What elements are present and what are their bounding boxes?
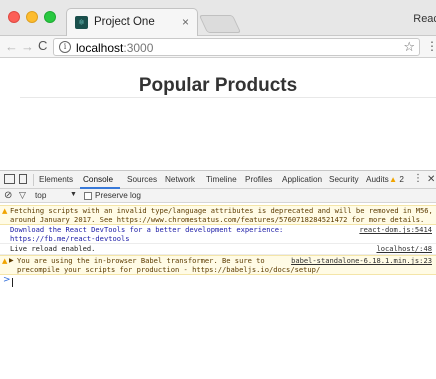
browser-toolbar: ← → C i localhost:3000 ☆ ⋮ bbox=[0, 36, 436, 58]
console-message: ▲ ▶ You are using the in-browser Babel t… bbox=[0, 255, 436, 275]
forward-arrow-icon[interactable]: → bbox=[21, 39, 34, 54]
warning-icon: ▲ bbox=[2, 207, 8, 215]
source-link[interactable]: babel-standalone-6.18.1.min.js:23 bbox=[291, 256, 432, 266]
tab-profiles[interactable]: Profiles bbox=[245, 175, 272, 184]
tab-strip: ⚛ Project One × React bbox=[0, 0, 436, 36]
source-link[interactable]: react-dom.js:5414 bbox=[359, 225, 432, 235]
minimize-window-button[interactable] bbox=[26, 11, 38, 23]
warning-icon: ▲ bbox=[2, 257, 8, 265]
page-viewport: Popular Products bbox=[0, 59, 436, 170]
profile-name[interactable]: React bbox=[413, 13, 436, 25]
devtools-menu-icon[interactable]: ⋮ bbox=[413, 173, 423, 184]
page-title: Popular Products bbox=[138, 75, 298, 96]
console-message: Download the React DevTools for a better… bbox=[0, 225, 436, 244]
preserve-log-checkbox[interactable] bbox=[84, 192, 92, 200]
tab-title: Project One bbox=[94, 16, 155, 28]
maximize-window-button[interactable] bbox=[44, 11, 56, 23]
devtools-panel: Elements Console Sources Network Timelin… bbox=[0, 170, 436, 379]
inspect-element-icon[interactable] bbox=[4, 174, 15, 184]
console-message: Live reload enabled. localhost/:48 bbox=[0, 244, 436, 255]
reload-icon[interactable]: C bbox=[38, 38, 47, 53]
tab-elements[interactable]: Elements bbox=[39, 175, 73, 184]
toolbar-divider bbox=[33, 174, 34, 186]
favicon-icon: ⚛ bbox=[75, 16, 88, 29]
heading-divider bbox=[20, 97, 436, 98]
address-bar[interactable]: i localhost:3000 ☆ bbox=[53, 38, 420, 56]
devtools-close-icon[interactable]: ✕ bbox=[427, 174, 435, 185]
chevron-down-icon[interactable]: ▼ bbox=[70, 191, 77, 198]
close-window-button[interactable] bbox=[8, 11, 20, 23]
preserve-log-label: Preserve log bbox=[95, 191, 141, 200]
info-icon[interactable]: i bbox=[59, 41, 71, 53]
browser-tab[interactable]: ⚛ Project One × bbox=[66, 8, 198, 36]
warning-count-badge[interactable]: ▲ 2 bbox=[389, 175, 404, 184]
bookmark-star-icon[interactable]: ☆ bbox=[403, 39, 415, 55]
console-output: ▲ Fetching scripts with an invalid type/… bbox=[0, 203, 436, 379]
tab-console[interactable]: Console bbox=[83, 175, 113, 184]
filter-icon[interactable]: ▽ bbox=[19, 190, 26, 201]
warning-icon: ▲ bbox=[389, 175, 398, 184]
tab-security[interactable]: Security bbox=[329, 175, 359, 184]
device-toolbar-icon[interactable] bbox=[19, 174, 27, 184]
console-input[interactable] bbox=[12, 278, 13, 287]
expand-arrow-icon[interactable]: ▶ bbox=[9, 257, 14, 266]
browser-menu-icon[interactable]: ⋮ bbox=[426, 39, 436, 53]
tab-close-icon[interactable]: × bbox=[182, 15, 189, 29]
new-tab-button[interactable] bbox=[198, 15, 242, 33]
devtools-tab-bar: Elements Console Sources Network Timelin… bbox=[0, 171, 436, 189]
console-prompt-icon: > bbox=[3, 275, 11, 285]
tab-network[interactable]: Network bbox=[165, 175, 195, 184]
tab-sources[interactable]: Sources bbox=[127, 175, 157, 184]
source-link[interactable]: localhost/:48 bbox=[376, 244, 432, 254]
console-message: ▲ Fetching scripts with an invalid type/… bbox=[0, 205, 436, 225]
clear-console-icon[interactable]: ⊘ bbox=[4, 190, 12, 201]
context-selector[interactable]: top bbox=[35, 191, 46, 200]
tab-audits[interactable]: Audits bbox=[366, 175, 389, 184]
console-filter-bar: ⊘ ▽ top ▼ Preserve log bbox=[0, 189, 436, 203]
tab-timeline[interactable]: Timeline bbox=[206, 175, 237, 184]
url-text[interactable]: localhost:3000 bbox=[76, 41, 153, 55]
back-arrow-icon[interactable]: ← bbox=[5, 39, 18, 54]
tab-application[interactable]: Application bbox=[282, 175, 322, 184]
